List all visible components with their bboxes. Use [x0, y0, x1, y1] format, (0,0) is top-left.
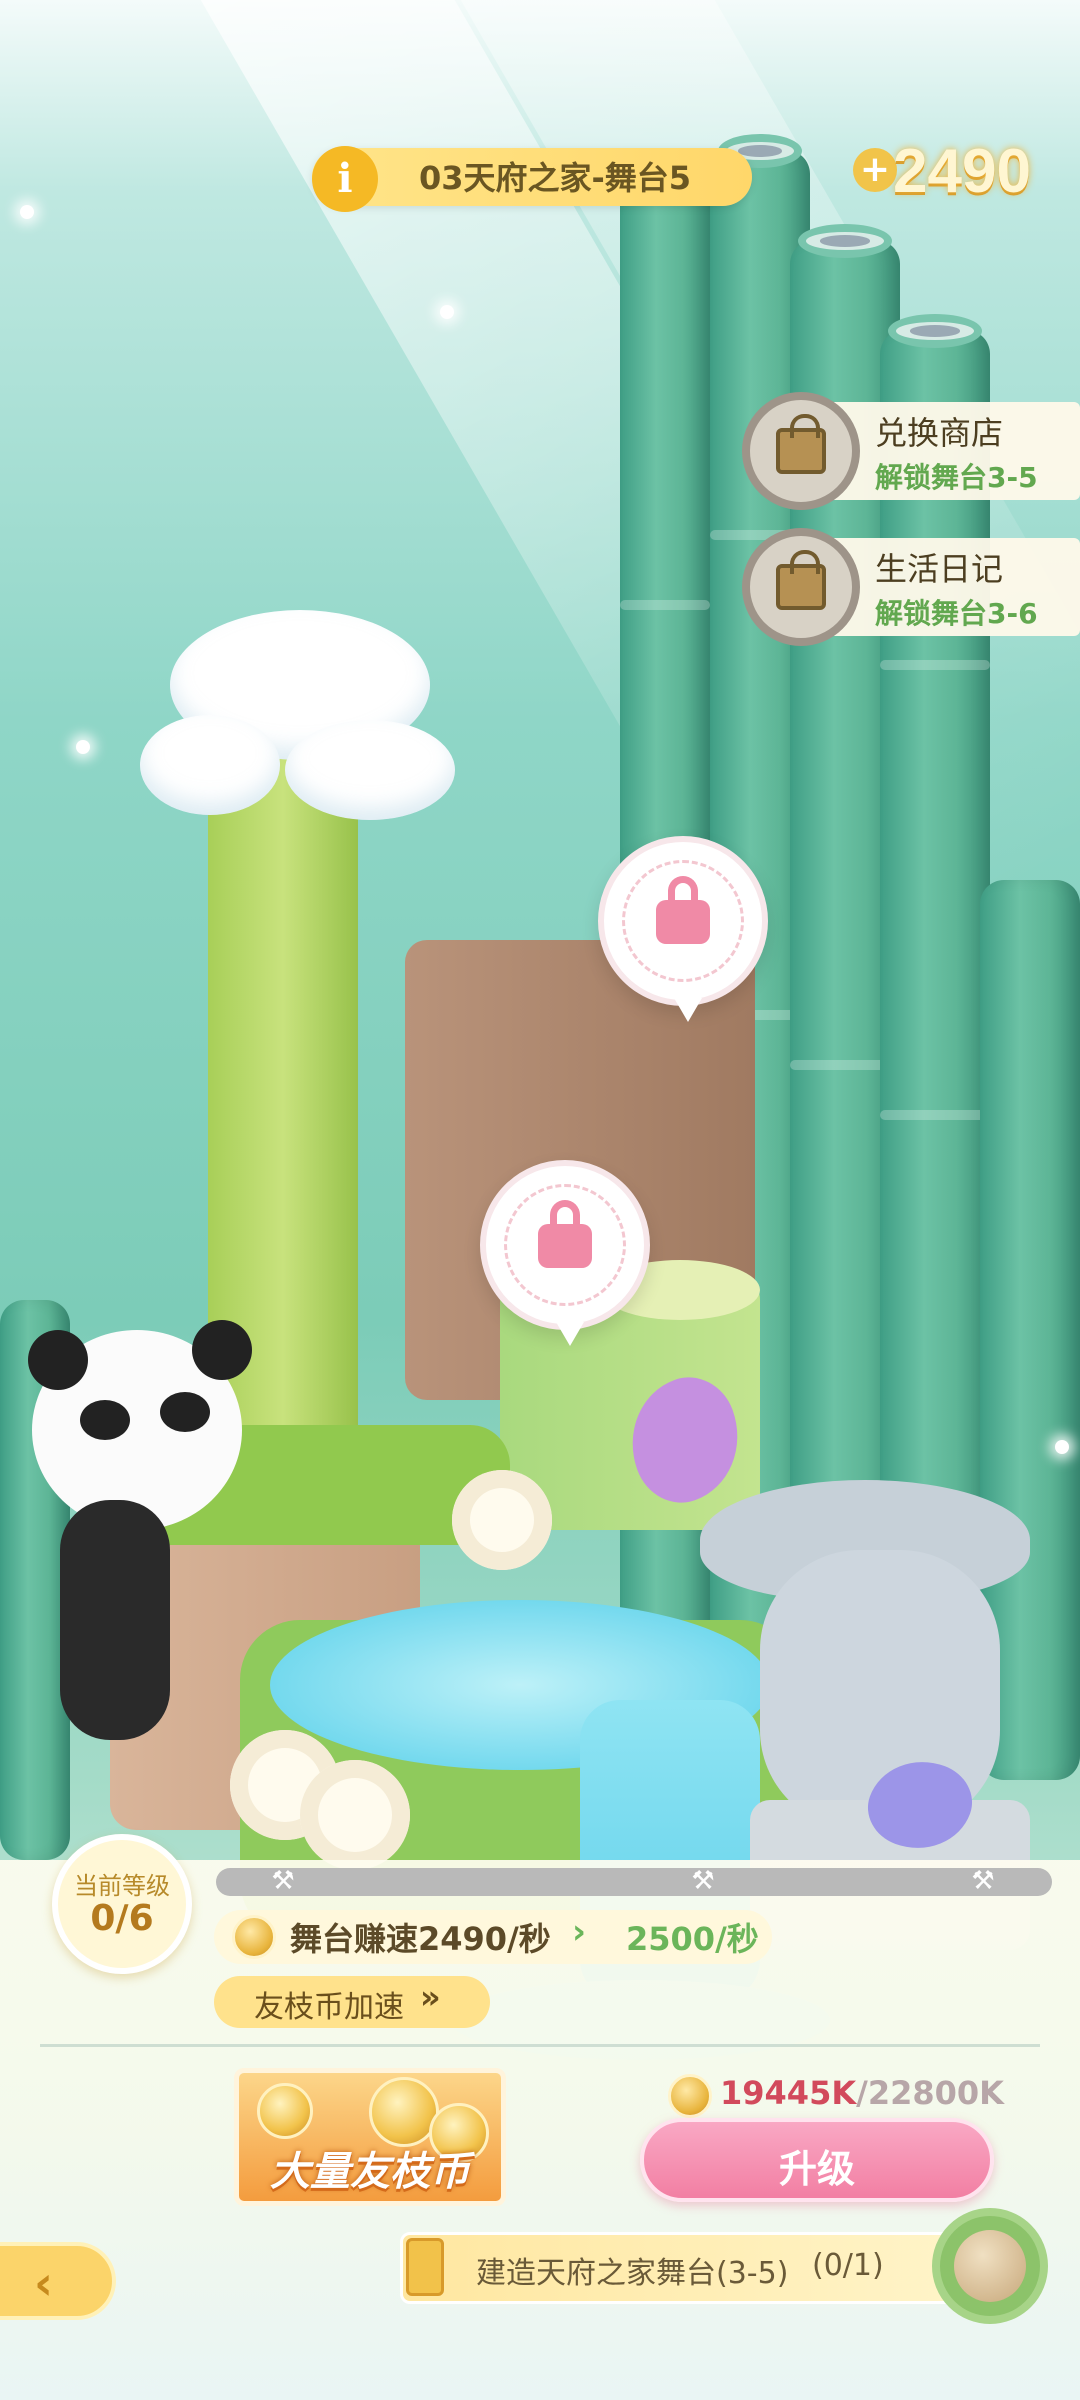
info-icon: i — [337, 155, 353, 202]
coin-total: 2490 — [893, 137, 1031, 206]
info-button[interactable]: i — [312, 146, 378, 212]
locked-bag-icon — [776, 550, 826, 610]
hammer-icon: ⚒ — [971, 1866, 995, 1896]
exchange-shop-lock-badge[interactable] — [742, 392, 860, 510]
coin-pack-promo-label: 大量友枝币 — [270, 2149, 470, 2195]
white-flower — [300, 1760, 410, 1870]
coin-icon — [257, 2083, 313, 2139]
coin-icon — [232, 1915, 276, 1959]
upgrade-cost-required: 22800K — [867, 2074, 1004, 2112]
panda-ear — [28, 1330, 88, 1390]
lock-icon — [538, 1200, 592, 1268]
current-level-label: 当前等级 — [74, 1872, 170, 1900]
panda-eye-patch — [160, 1392, 210, 1432]
divider — [40, 2044, 1040, 2047]
locked-slot-marker[interactable] — [480, 1160, 650, 1346]
locked-slot-marker[interactable] — [598, 836, 768, 1022]
add-coins-button[interactable]: + — [853, 148, 897, 192]
lock-icon — [656, 876, 710, 944]
current-level-badge: 当前等级 0/6 — [52, 1834, 192, 1974]
current-level-value: 0/6 — [90, 1898, 154, 1939]
hammer-icon: ⚒ — [691, 1866, 715, 1896]
sparkle — [1055, 1440, 1069, 1454]
panda-eye-patch — [80, 1400, 130, 1440]
panda-ear — [192, 1320, 252, 1380]
sparkle — [76, 740, 90, 754]
upgrade-cost-separator: / — [856, 2074, 868, 2112]
level-progress-bar — [216, 1868, 1052, 1896]
build-task-text: 建造天府之家舞台(3-5) — [476, 2256, 789, 2291]
life-diary-title: 生活日记 — [875, 550, 1004, 588]
task-reward-button[interactable] — [932, 2208, 1048, 2324]
exchange-shop-unlock-hint: 解锁舞台3-5 — [875, 461, 1038, 494]
coin-icon — [668, 2074, 712, 2118]
upgrade-cost-current: 19445K — [720, 2074, 857, 2112]
back-arrow-icon: ‹ — [34, 2256, 53, 2310]
locked-bag-icon — [776, 414, 826, 474]
sparkle — [20, 205, 34, 219]
upgrade-button[interactable]: 升级 — [640, 2118, 994, 2202]
coin-pack-promo[interactable]: 大量友枝币 — [234, 2068, 506, 2206]
task-scroll-icon — [406, 2238, 444, 2296]
reward-coin-icon — [954, 2230, 1026, 2302]
hammer-icon: ⚒ — [271, 1866, 295, 1896]
double-chevron-icon: » — [420, 1978, 441, 2016]
cloud — [140, 715, 280, 815]
life-diary-lock-badge[interactable] — [742, 528, 860, 646]
coin-boost-label: 友枝币加速 — [254, 1990, 404, 2025]
back-button[interactable]: ‹ — [0, 2242, 116, 2320]
sparkle — [440, 305, 454, 319]
earn-rate-next: 2500/秒 — [626, 1920, 759, 1958]
exchange-shop-title: 兑换商店 — [875, 414, 1004, 452]
panda-body — [60, 1500, 170, 1740]
upgrade-cost: 19445K/22800K — [720, 2074, 1004, 2112]
build-task-count: (0/1) — [812, 2248, 884, 2283]
arrow-right-icon: › — [572, 1912, 587, 1952]
cloud — [285, 720, 455, 820]
stage-title: 03天府之家-舞台5 — [418, 159, 692, 197]
life-diary-unlock-hint: 解锁舞台3-6 — [875, 597, 1038, 630]
earn-rate-current: 舞台赚速2490/秒 — [290, 1920, 551, 1958]
white-flower — [452, 1470, 552, 1570]
upgrade-button-label: 升级 — [778, 2147, 855, 2191]
